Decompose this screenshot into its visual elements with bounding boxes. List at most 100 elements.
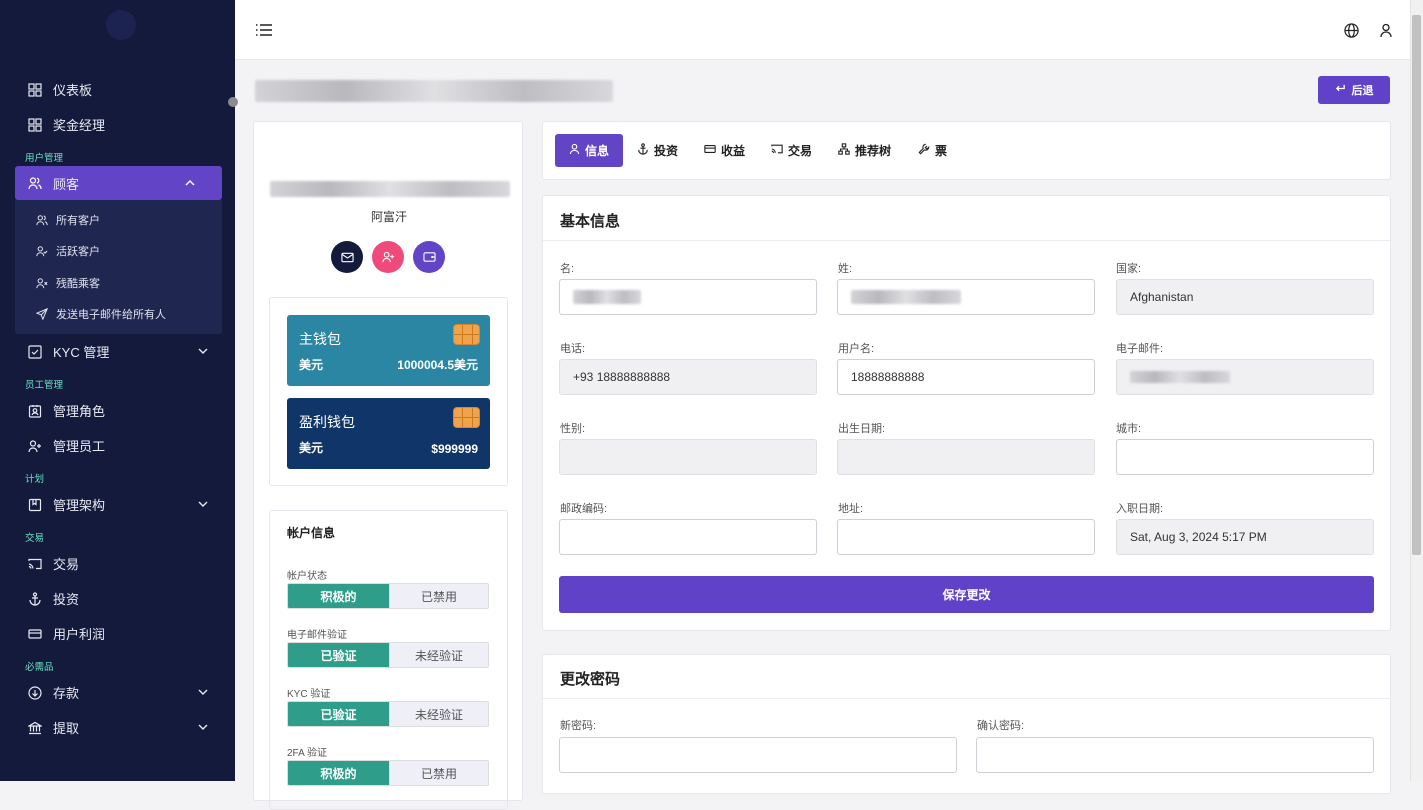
sidebar-item-withdraw[interactable]: 提取	[0, 710, 235, 745]
toggle-on[interactable]: 积极的	[288, 761, 389, 785]
sidebar-item-label: 奖金经理	[53, 118, 106, 133]
sub-item-banned-customers[interactable]: 残酷乘客	[15, 267, 222, 299]
sidebar-item-label: 提取	[53, 721, 80, 736]
user-check-icon	[36, 245, 48, 257]
sub-item-all-customers[interactable]: 所有客户	[15, 204, 222, 236]
username-field[interactable]: 18888888888	[837, 359, 1095, 395]
gender-field[interactable]	[559, 439, 817, 475]
city-field[interactable]	[1116, 439, 1374, 475]
kyc-verify-toggle[interactable]: 已验证 未经验证	[287, 701, 489, 727]
wallet-name: 盈利钱包	[299, 414, 355, 430]
sidebar-item-bonus-manager[interactable]: 奖金经理	[0, 107, 235, 142]
sidebar-item-transactions[interactable]: 交易	[0, 546, 235, 581]
address-field[interactable]	[837, 519, 1095, 555]
back-button[interactable]: 后退	[1318, 76, 1390, 104]
tab-info[interactable]: 信息	[555, 134, 624, 167]
chevron-down-icon	[197, 498, 209, 510]
tab-referral-tree[interactable]: 推荐树	[838, 134, 891, 167]
email-verify-toggle[interactable]: 已验证 未经验证	[287, 642, 489, 668]
confirm-password-field[interactable]	[976, 737, 1374, 773]
country-field[interactable]: Afghanistan	[1116, 279, 1374, 315]
tab-tickets[interactable]: 票	[918, 134, 947, 167]
user-icon[interactable]	[1379, 23, 1393, 38]
toggle-off[interactable]: 已禁用	[389, 761, 488, 785]
card-chip-icon	[453, 324, 480, 345]
toggle-on[interactable]: 已验证	[288, 702, 389, 726]
tabs-card: 信息 投资 收益 交易 推荐树 票	[542, 121, 1391, 180]
new-password-field[interactable]	[559, 737, 957, 773]
tab-investments[interactable]: 投资	[637, 134, 678, 167]
phone-label: 电话:	[560, 343, 586, 355]
new-password-label: 新密码:	[560, 720, 597, 732]
country-label: 国家:	[1116, 263, 1142, 275]
user-x-icon	[36, 277, 48, 289]
twofa-label: 2FA 验证	[287, 748, 328, 759]
confirm-password-label: 确认密码:	[977, 720, 1025, 732]
zip-field[interactable]	[559, 519, 817, 555]
logo[interactable]	[106, 10, 136, 40]
sub-item-email-all[interactable]: 发送电子邮件给所有人	[15, 299, 222, 331]
sidebar-item-label: 管理架构	[53, 498, 106, 513]
account-info-title: 帐户信息	[287, 526, 336, 540]
wrench-icon	[918, 143, 930, 158]
toggle-on[interactable]: 已验证	[288, 643, 389, 667]
add-user-button[interactable]	[372, 241, 404, 273]
email-field[interactable]	[1116, 359, 1374, 395]
send-icon	[36, 308, 48, 321]
toggle-off[interactable]: 已禁用	[389, 584, 488, 608]
user-icon	[569, 143, 580, 158]
divider	[543, 698, 1390, 699]
sidebar-item-manage-staff[interactable]: 管理员工	[0, 428, 235, 463]
wallet-amount: $999999	[431, 442, 478, 456]
scrollbar-thumb[interactable]	[1412, 15, 1421, 555]
main-wallet[interactable]: 主钱包 美元 1000004.5美元	[287, 315, 490, 386]
sub-item-label: 发送电子邮件给所有人	[56, 309, 166, 322]
sidebar-item-label: 用户利润	[53, 627, 106, 642]
joined-field[interactable]: Sat, Aug 3, 2024 5:17 PM	[1116, 519, 1374, 555]
kyc-verify-label: KYC 验证	[287, 689, 331, 700]
profit-wallet[interactable]: 盈利钱包 美元 $999999	[287, 398, 490, 469]
dob-label: 出生日期:	[838, 423, 886, 435]
sub-item-active-customers[interactable]: 活跃客户	[15, 236, 222, 268]
tab-earnings[interactable]: 收益	[704, 134, 745, 167]
tab-transactions[interactable]: 交易	[771, 134, 812, 167]
sidebar-item-deposit[interactable]: 存款	[0, 675, 235, 710]
last-name-field[interactable]	[837, 279, 1095, 315]
username-label: 用户名:	[838, 343, 875, 355]
first-name-redacted	[573, 290, 641, 304]
toggle-on[interactable]: 积极的	[288, 584, 389, 608]
address-label: 地址:	[838, 503, 864, 515]
sidebar-item-investments[interactable]: 投资	[0, 581, 235, 616]
mail-button[interactable]	[331, 241, 363, 273]
twofa-toggle[interactable]: 积极的 已禁用	[287, 760, 489, 786]
sidebar-item-manage-roles[interactable]: 管理角色	[0, 393, 235, 428]
sidebar-collapse-handle[interactable]	[228, 97, 238, 107]
credit-card-icon	[28, 627, 42, 641]
sidebar-item-kyc[interactable]: KYC 管理	[0, 334, 235, 369]
check-square-icon	[28, 344, 42, 359]
account-status-toggle[interactable]: 积极的 已禁用	[287, 583, 489, 609]
email-redacted	[1130, 371, 1230, 383]
menu-icon[interactable]	[256, 24, 272, 36]
sidebar-item-customers[interactable]: 顾客	[15, 166, 222, 200]
cast-icon	[771, 143, 783, 158]
wallet-button[interactable]	[413, 241, 445, 273]
globe-icon[interactable]	[1344, 23, 1359, 38]
toggle-off[interactable]: 未经验证	[389, 702, 488, 726]
toggle-off[interactable]: 未经验证	[389, 643, 488, 667]
email-label: 电子邮件:	[1116, 343, 1164, 355]
save-changes-button[interactable]: 保存更改	[559, 576, 1374, 613]
last-name-label: 姓:	[838, 263, 853, 275]
first-name-field[interactable]	[559, 279, 817, 315]
sidebar-item-manage-structure[interactable]: 管理架构	[0, 487, 235, 522]
phone-field[interactable]: +93 18888888888	[559, 359, 817, 395]
wallet-currency: 美元	[299, 358, 324, 372]
tab-label: 收益	[721, 144, 746, 158]
card-chip-icon	[453, 407, 480, 428]
basic-info-title: 基本信息	[560, 213, 621, 230]
sidebar-item-user-profit[interactable]: 用户利润	[0, 616, 235, 651]
profile-card: 阿富汗 主钱包 美元 1000004.5美元 盈利钱包 美元 $999999 帐…	[253, 121, 523, 810]
sidebar-item-label: 顾客	[53, 176, 80, 192]
dob-field[interactable]	[837, 439, 1095, 475]
sidebar-item-dashboard[interactable]: 仪表板	[0, 72, 235, 107]
